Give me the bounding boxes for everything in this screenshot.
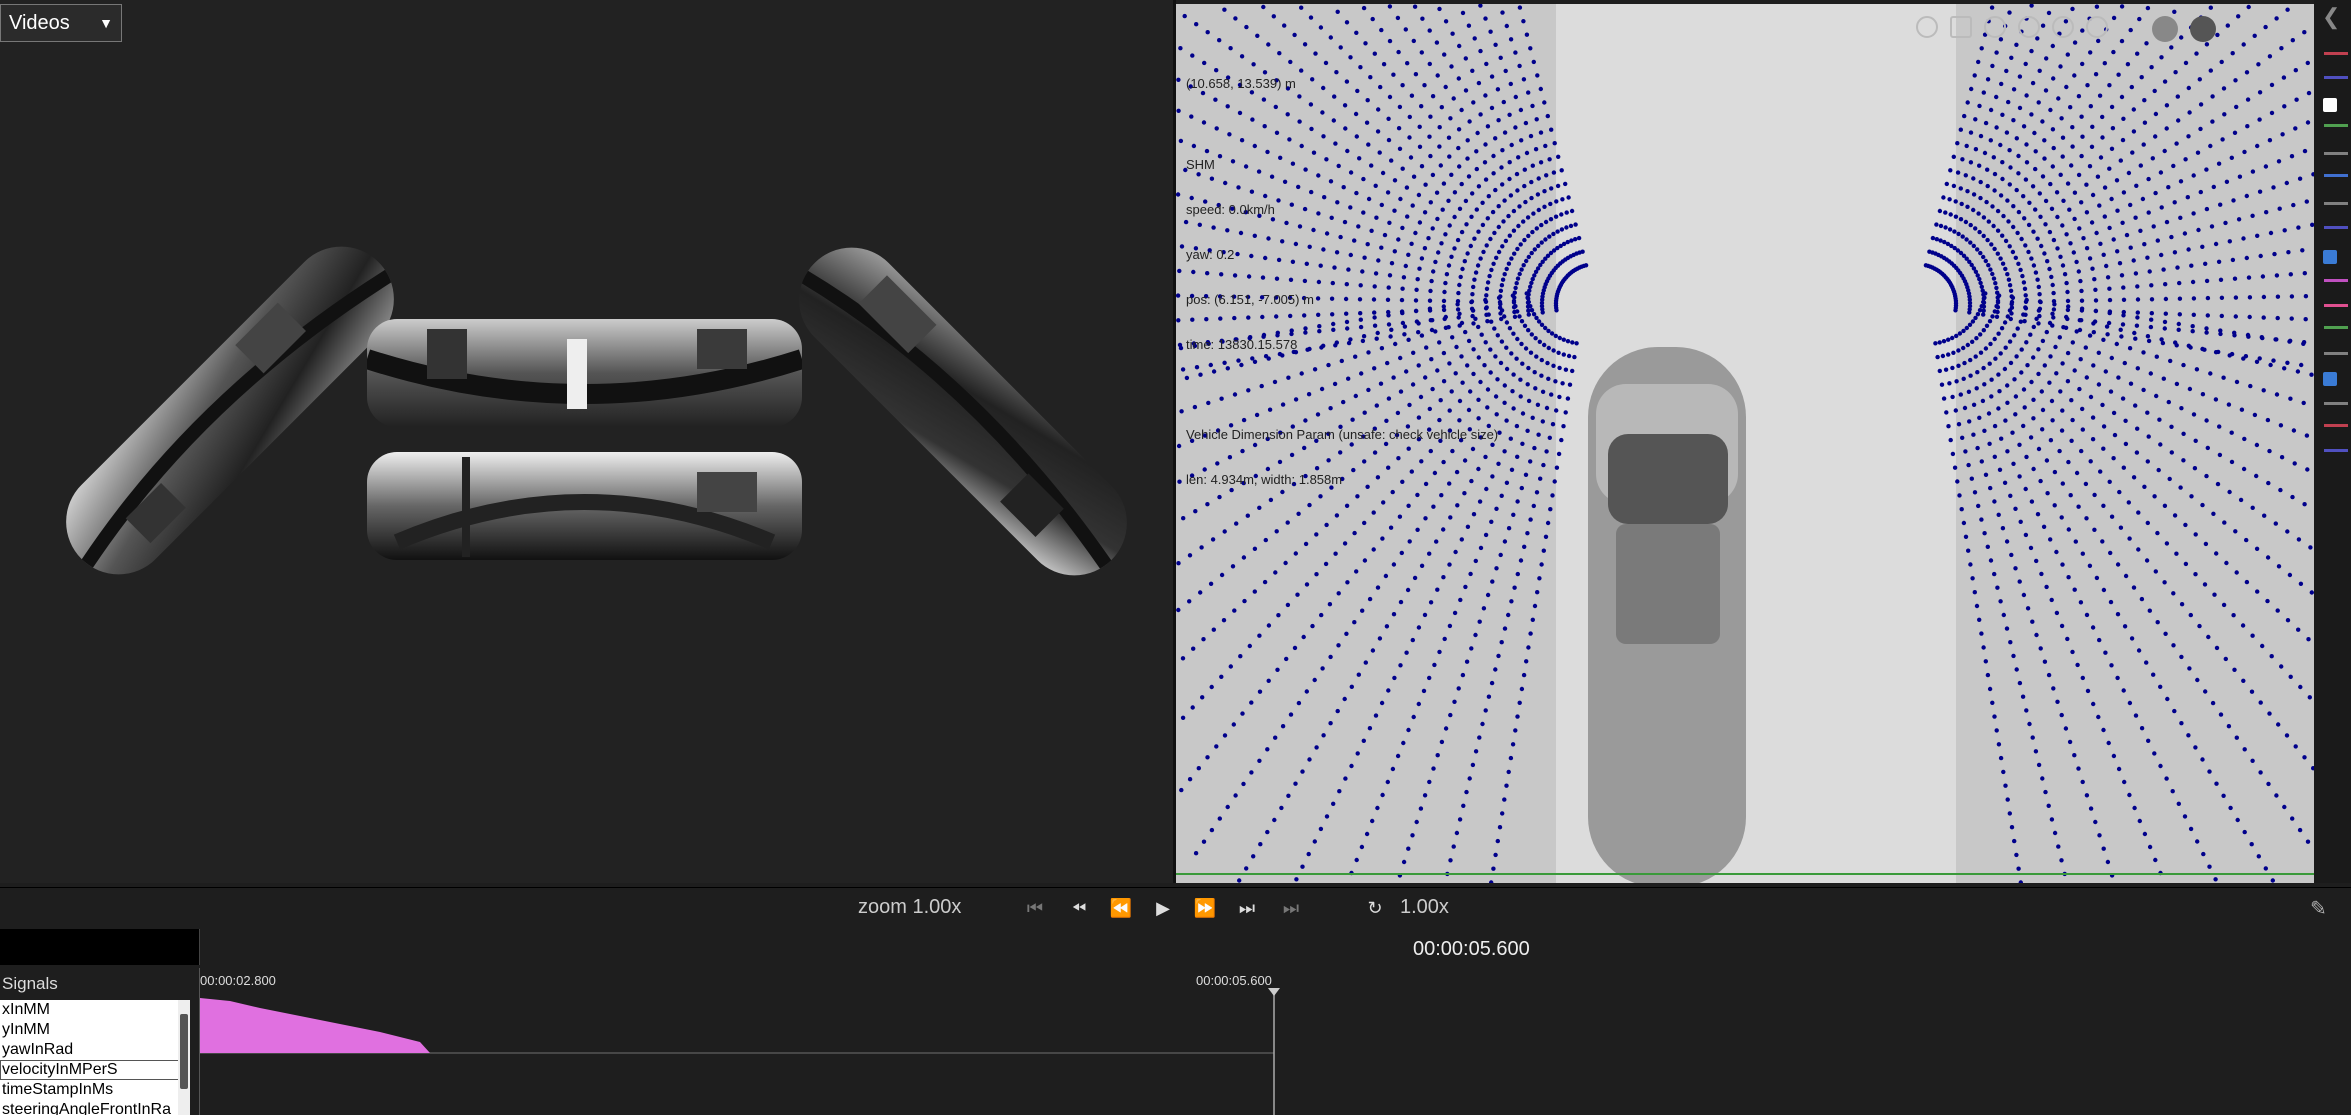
signals-list[interactable]: xInMM yInMM yawInRad velocityInMPerS timeSta… — [0, 1000, 190, 1115]
time-tick-start: 00:00:02.800 — [200, 973, 276, 988]
legend-item[interactable] — [2320, 222, 2348, 232]
signals-title: Signals — [2, 974, 58, 993]
legend-item[interactable] — [2320, 445, 2348, 455]
skip-first-icon: ⏮ — [1026, 897, 1044, 918]
map-toolbar — [1916, 16, 2216, 42]
step-forward-icon: ⏭ — [1238, 897, 1256, 918]
signal-item[interactable]: yawInRad — [0, 1040, 190, 1060]
signals-scrollbar[interactable] — [178, 1000, 190, 1115]
legend-item[interactable] — [2320, 275, 2348, 285]
collapse-icon[interactable]: ❮ — [2322, 4, 2340, 30]
time-tick-cursor: 00:00:05.600 — [1196, 973, 1272, 988]
video-source-select[interactable]: Videos ▼ — [0, 4, 122, 42]
mode-label: SHM — [1186, 157, 1215, 172]
zoom-label: zoom 1.00x — [858, 896, 962, 918]
camera-rear-view — [367, 452, 802, 560]
signal-graph[interactable]: 00:00:02.800 00:00:05.600 — [199, 968, 2347, 1115]
signal-item[interactable]: xInMM — [0, 1000, 190, 1020]
signal-item[interactable]: steeringAngleFrontInRa — [0, 1100, 190, 1115]
step-back-icon: ⏪︎ — [1071, 897, 1087, 918]
signal-item[interactable]: yInMM — [0, 1020, 190, 1040]
playback-bar: zoom 1.00x ⏮ ⏪︎ ⏪ ▶ ⏩ ⏭ ⏭ ↻ 1.00x ✎ — [0, 887, 2351, 928]
layers-icon[interactable] — [2190, 16, 2216, 42]
chevron-down-icon: ▼ — [99, 15, 113, 31]
timeline-header: 00:00:05.600 — [0, 929, 2351, 965]
camera-left-view — [44, 224, 416, 597]
legend-item[interactable] — [2320, 72, 2348, 82]
play-icon: ▶ — [1156, 897, 1170, 918]
timeline-spacer — [0, 929, 199, 965]
legend-checkbox[interactable] — [2323, 98, 2337, 112]
legend-item[interactable] — [2320, 348, 2348, 358]
play-button[interactable]: ▶ — [1150, 898, 1176, 918]
legend-item[interactable] — [2320, 48, 2348, 58]
time-scrubber[interactable]: 00:00:05.600 — [199, 929, 2347, 965]
lasso-icon[interactable] — [1984, 16, 2006, 38]
rewind-icon: ⏪ — [1109, 897, 1133, 918]
yaw-readout: yaw: 0.2 — [1186, 247, 1235, 262]
legend-item[interactable] — [2320, 148, 2348, 158]
pos-readout: pos: (6.151, -7.005) m — [1186, 292, 1314, 307]
map-info-overlay: (10.658, 13.539) m SHM speed: 0.0km/h ya… — [1186, 46, 1498, 517]
zoom-icon[interactable] — [2086, 16, 2108, 38]
rotate-icon[interactable] — [2018, 16, 2040, 38]
skip-last-button[interactable]: ⏭ — [1278, 898, 1304, 918]
velocity-area — [200, 998, 430, 1053]
signal-item[interactable]: timeStampInMs — [0, 1080, 190, 1100]
map-view[interactable]: (10.658, 13.539) m SHM speed: 0.0km/h ya… — [1176, 4, 2314, 883]
loop-button[interactable]: ↻ — [1362, 898, 1388, 918]
next-frame-button[interactable]: ⏭ — [1234, 898, 1260, 918]
camera-front-view — [367, 319, 802, 427]
legend-item[interactable] — [2320, 398, 2348, 408]
skip-first-button[interactable]: ⏮ — [1022, 898, 1048, 918]
vehicle-param-label: Vehicle Dimension Param (unsafe: check v… — [1186, 427, 1499, 442]
vehicle-roof — [1616, 524, 1720, 644]
ruler-icon[interactable]: ✎ — [2310, 896, 2336, 920]
rewind-button[interactable]: ⏪ — [1108, 898, 1134, 918]
scroll-thumb[interactable] — [180, 1014, 188, 1089]
legend-checkbox[interactable] — [2323, 250, 2337, 264]
speed-readout: speed: 0.0km/h — [1186, 202, 1275, 217]
signal-item[interactable]: velocityInMPerS — [0, 1060, 190, 1080]
signals-panel: Signals xInMM yInMM yawInRad velocityInMPer… — [0, 968, 192, 1115]
skip-last-icon: ⏭ — [1282, 897, 1300, 918]
current-time: 00:00:05.600 — [1413, 938, 1530, 960]
time-readout: time: 13830.15.578 — [1186, 337, 1298, 352]
camera-right-view — [777, 225, 1149, 598]
legend-checkbox[interactable] — [2323, 372, 2337, 386]
pan-icon[interactable] — [2052, 16, 2074, 38]
legend-item[interactable] — [2320, 322, 2348, 332]
cursor-marker-icon — [1268, 988, 1280, 996]
prev-frame-button[interactable]: ⏪︎ — [1066, 898, 1092, 918]
layer-legend: ❮ — [2314, 0, 2351, 883]
box-select-icon[interactable] — [1950, 16, 1972, 38]
legend-item[interactable] — [2320, 120, 2348, 130]
loop-icon: ↻ — [1367, 897, 1383, 918]
legend-item[interactable] — [2320, 170, 2348, 180]
cursor-coords: (10.658, 13.539) m — [1186, 76, 1296, 91]
legend-item[interactable] — [2320, 420, 2348, 430]
speed-label[interactable]: 1.00x — [1400, 896, 1449, 919]
vehicle-windshield — [1608, 434, 1728, 524]
video-panel: Videos ▼ — [0, 0, 1173, 883]
fast-forward-button[interactable]: ⏩ — [1192, 898, 1218, 918]
video-source-label: Videos — [9, 11, 70, 34]
signal-graph-plot — [200, 988, 1280, 1115]
vehicle-size-label: len: 4.934m, width: 1.858m — [1186, 472, 1343, 487]
settings-icon[interactable] — [2152, 16, 2178, 42]
help-icon[interactable] — [1916, 16, 1938, 38]
legend-item[interactable] — [2320, 198, 2348, 208]
fast-forward-icon: ⏩ — [1193, 897, 1217, 918]
legend-item[interactable] — [2320, 300, 2348, 310]
